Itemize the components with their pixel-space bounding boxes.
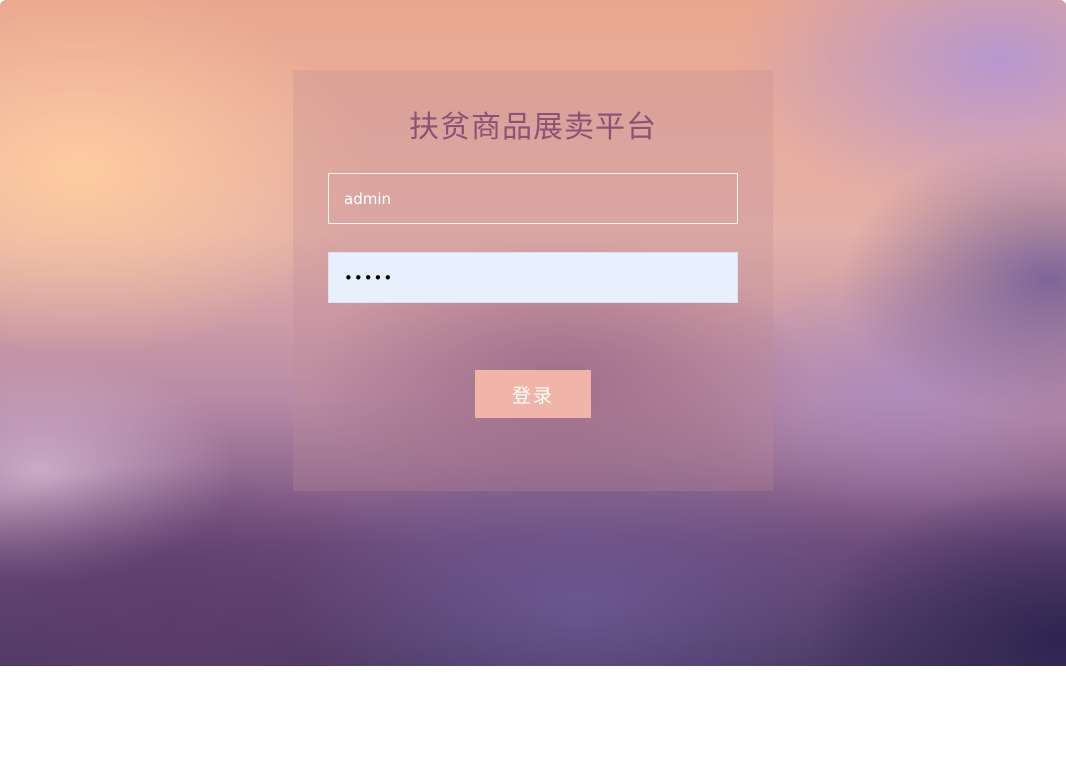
login-form-card: 扶贫商品展卖平台 登录: [293, 70, 773, 491]
username-input[interactable]: [328, 173, 738, 224]
password-input[interactable]: [328, 252, 738, 303]
login-button[interactable]: 登录: [475, 370, 591, 418]
background-hero-image: 扶贫商品展卖平台 登录: [0, 0, 1066, 666]
page-title: 扶贫商品展卖平台: [409, 110, 657, 145]
login-page: 扶贫商品展卖平台 登录: [0, 0, 1066, 778]
